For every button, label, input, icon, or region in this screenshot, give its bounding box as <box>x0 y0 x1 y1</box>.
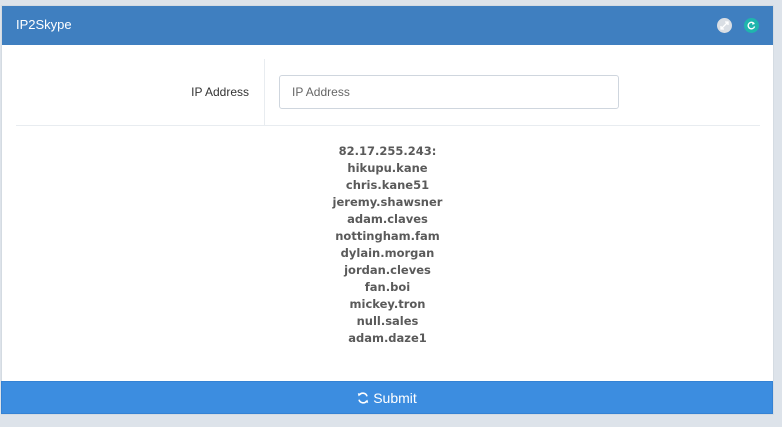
ip-address-label: IP Address <box>191 85 249 99</box>
panel-title: IP2Skype <box>16 17 72 32</box>
ip2skype-panel: IP2Skype IP Address 82.17.255.243: hikup… <box>1 5 774 415</box>
list-item: fan.boi <box>364 280 411 294</box>
refresh-icon[interactable] <box>744 18 759 33</box>
list-item: null.sales <box>356 314 419 328</box>
submit-button[interactable]: Submit <box>1 381 773 414</box>
list-item: dylain.morgan <box>340 246 435 260</box>
form-divider <box>264 59 265 125</box>
results-list: 82.17.255.243: hikupu.kane chris.kane51 … <box>2 143 773 347</box>
expand-icon[interactable] <box>717 18 732 33</box>
refresh-icon <box>357 391 369 404</box>
list-item: mickey.tron <box>349 297 426 311</box>
result-ip: 82.17.255.243: <box>338 144 437 158</box>
submit-label: Submit <box>373 389 417 406</box>
ip-address-input[interactable] <box>279 75 619 109</box>
list-item: adam.daze1 <box>348 331 427 345</box>
list-item: adam.claves <box>347 212 428 226</box>
panel-header: IP2Skype <box>2 6 773 45</box>
list-item: chris.kane51 <box>345 178 430 192</box>
list-item: hikupu.kane <box>347 161 428 175</box>
ip-address-form-row: IP Address <box>16 59 760 126</box>
list-item: jordan.cleves <box>344 263 431 277</box>
list-item: jeremy.shawsner <box>332 195 443 209</box>
list-item: nottingham.fam <box>335 229 440 243</box>
